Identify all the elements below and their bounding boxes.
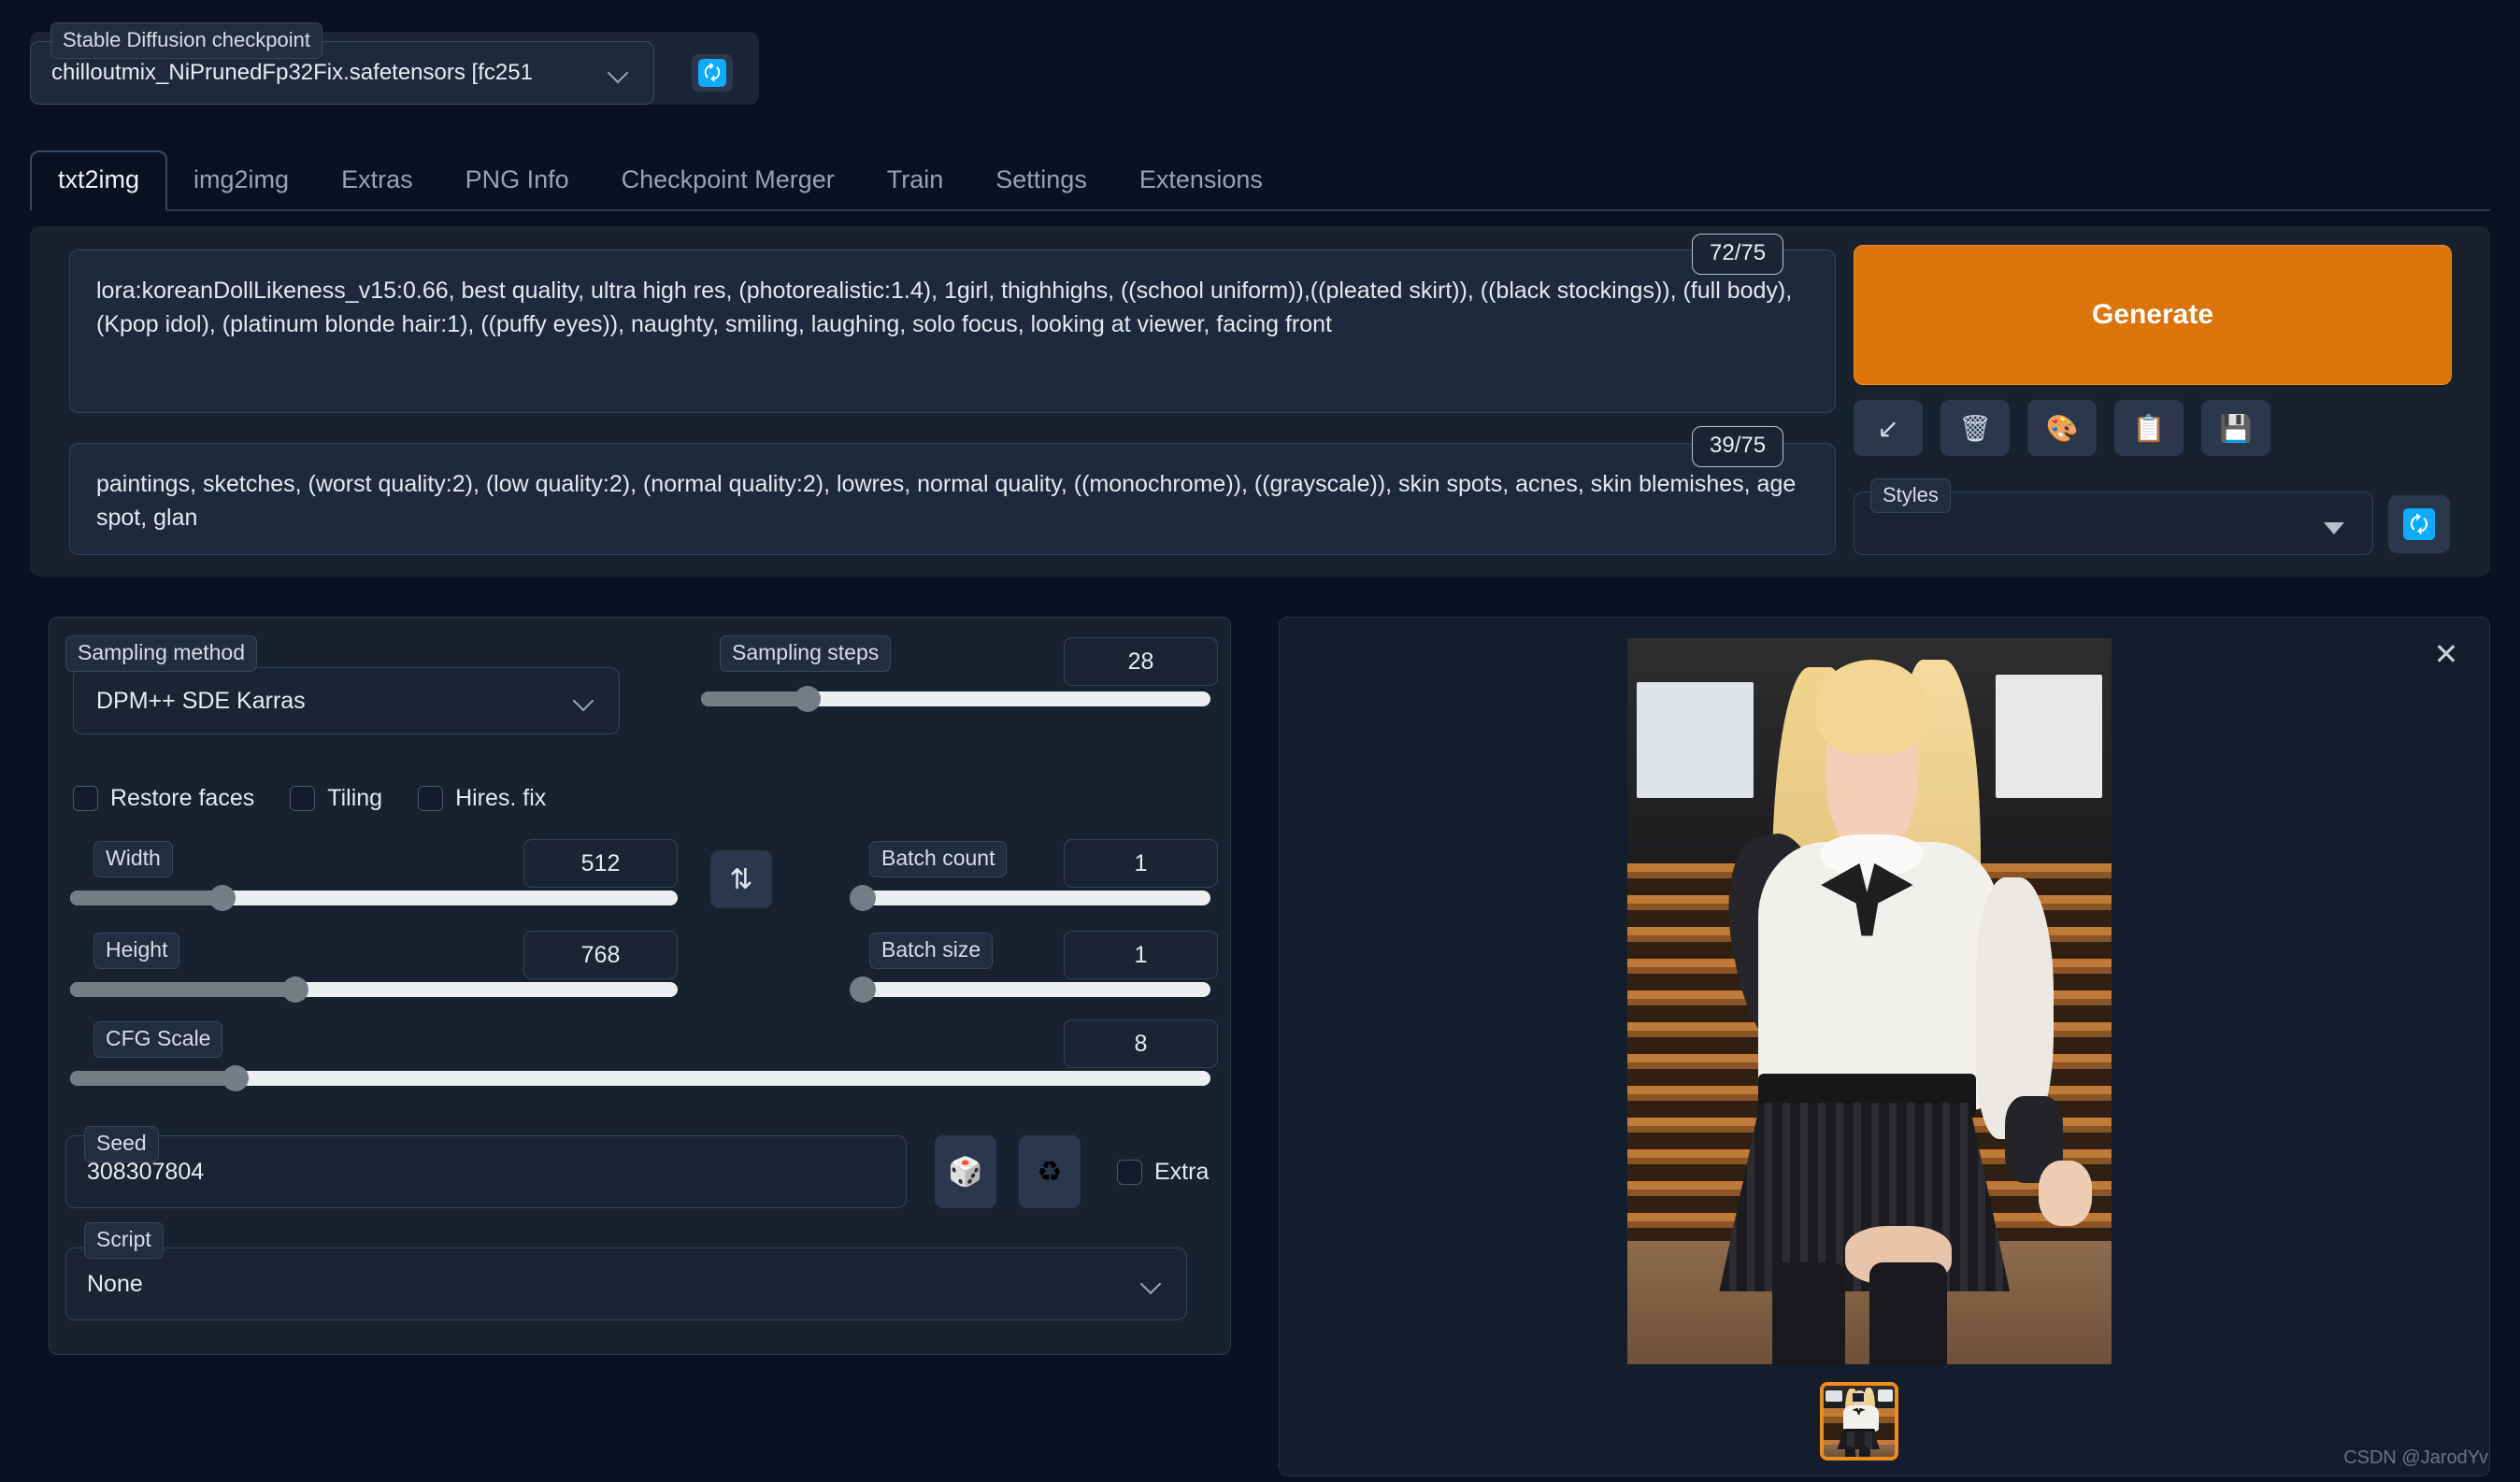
tab-settings[interactable]: Settings — [969, 152, 1113, 209]
prompt-input[interactable]: lora:koreanDollLikeness_v15:0.66, best q… — [69, 249, 1836, 413]
height-value[interactable]: 768 — [523, 931, 678, 979]
width-value[interactable]: 512 — [523, 839, 678, 888]
batch-size-label: Batch size — [869, 933, 993, 969]
generated-image[interactable] — [1627, 638, 2112, 1364]
seed-input[interactable]: 308307804 — [65, 1135, 907, 1208]
slider-track — [855, 891, 1210, 905]
slider-fill — [70, 982, 295, 997]
slider-knob[interactable] — [850, 885, 876, 911]
clear-prompt-button[interactable]: 🗑 — [1940, 400, 2010, 456]
slider-fill — [70, 1071, 236, 1086]
styles-label: Styles — [1870, 478, 1951, 513]
restore-progress-icon: ↙ — [1877, 413, 1898, 444]
refresh-icon: 🗘 — [2403, 508, 2435, 540]
batch-count-label: Batch count — [869, 841, 1007, 877]
reuse-seed-button[interactable]: ♻ — [1019, 1135, 1081, 1208]
palette-icon: 🎨 — [2046, 413, 2079, 444]
checkpoint-value: chilloutmix_NiPrunedFp32Fix.safetensors … — [51, 60, 533, 86]
slider-fill — [70, 891, 222, 905]
cfg-scale-value[interactable]: 8 — [1064, 1019, 1218, 1068]
tab-extras[interactable]: Extras — [315, 152, 439, 209]
sampling-steps-slider[interactable] — [701, 691, 1210, 706]
negative-prompt-token-counter: 39/75 — [1692, 426, 1783, 467]
slider-knob[interactable] — [795, 686, 821, 712]
sampling-method-select[interactable]: DPM++ SDE Karras — [73, 667, 620, 734]
thumbnail-content — [1824, 1386, 1895, 1457]
batch-count-value[interactable]: 1 — [1064, 839, 1218, 888]
script-select[interactable]: None — [65, 1247, 1187, 1320]
slider-knob[interactable] — [222, 1065, 249, 1091]
height-label: Height — [93, 933, 179, 969]
save-style-button[interactable]: 💾 — [2201, 400, 2270, 456]
slider-knob[interactable] — [850, 976, 876, 1003]
sampling-method-value: DPM++ SDE Karras — [96, 688, 306, 715]
width-label: Width — [93, 841, 173, 877]
script-label: Script — [84, 1222, 164, 1259]
toggles-row: Restore faces Tiling Hires. fix — [73, 785, 581, 812]
sampling-method-label: Sampling method — [65, 635, 257, 672]
extra-seed-checkbox[interactable] — [1117, 1160, 1142, 1185]
extra-seed-row: Extra — [1117, 1159, 1244, 1186]
apply-style-button[interactable]: 🎨 — [2027, 400, 2097, 456]
restore-progress-button[interactable]: ↙ — [1854, 400, 1923, 456]
result-thumbnail[interactable] — [1820, 1382, 1898, 1461]
sampling-steps-value[interactable]: 28 — [1064, 637, 1218, 686]
chevron-down-icon — [609, 64, 627, 82]
extra-seed-label: Extra — [1154, 1159, 1209, 1186]
height-slider[interactable] — [70, 982, 678, 997]
slider-knob[interactable] — [282, 976, 308, 1003]
result-panel: ✕ — [1279, 617, 2490, 1476]
dice-icon: 🎲 — [948, 1156, 982, 1189]
swap-arrows-icon: ⇅ — [729, 863, 752, 896]
slider-track — [855, 982, 1210, 997]
chevron-down-icon — [574, 691, 593, 710]
batch-count-slider[interactable] — [855, 891, 1210, 905]
tiling-checkbox[interactable] — [290, 786, 315, 811]
main-tabs: txt2img img2img Extras PNG Info Checkpoi… — [30, 150, 2490, 211]
slider-fill — [701, 691, 808, 706]
floppy-disk-icon: 💾 — [2220, 413, 2253, 444]
tab-img2img[interactable]: img2img — [167, 152, 315, 209]
styles-section: Styles 🗘 — [1854, 484, 2452, 555]
random-seed-button[interactable]: 🎲 — [935, 1135, 996, 1208]
tab-checkpoint-merger[interactable]: Checkpoint Merger — [595, 152, 861, 209]
tab-extensions[interactable]: Extensions — [1113, 152, 1289, 209]
paste-style-button[interactable]: 📋 — [2114, 400, 2184, 456]
negative-prompt-input[interactable]: paintings, sketches, (worst quality:2), … — [69, 443, 1836, 555]
tab-train[interactable]: Train — [861, 152, 970, 209]
slider-knob[interactable] — [209, 885, 236, 911]
batch-size-slider[interactable] — [855, 982, 1210, 997]
prompt-tools: ↙ 🗑 🎨 📋 💾 — [1854, 400, 2270, 456]
cfg-scale-label: CFG Scale — [93, 1021, 222, 1058]
checkpoint-label: Stable Diffusion checkpoint — [50, 22, 322, 59]
refresh-icon: 🗘 — [698, 59, 726, 87]
restore-faces-label: Restore faces — [110, 785, 254, 812]
checkpoint-bar: Stable Diffusion checkpoint chilloutmix_… — [30, 32, 759, 105]
image-content — [1627, 638, 2112, 1364]
restore-faces-checkbox[interactable] — [73, 786, 98, 811]
cfg-scale-slider[interactable] — [70, 1071, 1210, 1086]
chevron-down-icon — [1141, 1275, 1160, 1293]
width-slider[interactable] — [70, 891, 678, 905]
close-icon[interactable]: ✕ — [2427, 636, 2465, 674]
clipboard-icon: 📋 — [2133, 413, 2166, 444]
hires-fix-checkbox[interactable] — [418, 786, 443, 811]
chevron-down-icon — [2324, 522, 2344, 534]
sampling-steps-label: Sampling steps — [720, 635, 891, 672]
swap-dimensions-button[interactable]: ⇅ — [710, 850, 772, 908]
hires-fix-label: Hires. fix — [455, 785, 546, 812]
script-value: None — [87, 1271, 143, 1298]
generate-button[interactable]: Generate — [1854, 245, 2452, 385]
watermark: CSDN @JarodYv — [2343, 1447, 2488, 1469]
refresh-checkpoints-button[interactable]: 🗘 — [692, 54, 733, 92]
tiling-label: Tiling — [327, 785, 382, 812]
refresh-styles-button[interactable]: 🗘 — [2388, 495, 2450, 553]
batch-size-value[interactable]: 1 — [1064, 931, 1218, 979]
trash-icon: 🗑 — [1958, 413, 1992, 444]
tab-txt2img[interactable]: txt2img — [30, 150, 167, 211]
tab-png-info[interactable]: PNG Info — [439, 152, 595, 209]
prompt-token-counter: 72/75 — [1692, 234, 1783, 275]
recycle-icon: ♻ — [1038, 1156, 1063, 1189]
seed-label: Seed — [84, 1126, 159, 1162]
